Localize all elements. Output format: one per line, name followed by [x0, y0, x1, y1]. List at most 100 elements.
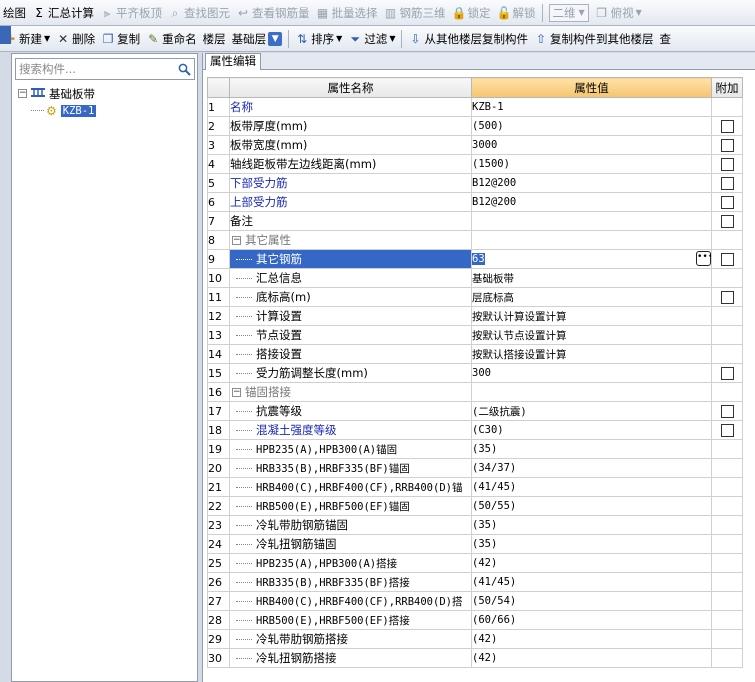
property-value-cell[interactable]: (60/66) — [471, 610, 712, 630]
table-row[interactable]: 14 搭接设置 按默认搭接设置计算 — [207, 344, 743, 364]
property-value-cell[interactable]: 按默认搭接设置计算 — [471, 344, 712, 364]
extra-checkbox[interactable] — [720, 158, 734, 171]
property-value-cell[interactable] — [471, 230, 712, 250]
property-value-cell[interactable]: 63 ••• — [471, 249, 712, 269]
property-value-cell[interactable]: 3000 — [471, 135, 712, 155]
extra-checkbox[interactable] — [720, 291, 734, 304]
property-value-cell[interactable]: (50/55) — [471, 496, 712, 516]
property-value-cell[interactable]: (35) — [471, 439, 712, 459]
property-value-cell[interactable]: B12@200 — [471, 173, 712, 193]
table-row[interactable]: 20 HRB335(B),HRBF335(BF)锚固 (34/37) — [207, 458, 743, 478]
tree-node-kzb-1[interactable]: ⚙ KZB-1 — [18, 102, 97, 119]
property-value-cell[interactable]: (41/45) — [471, 572, 712, 592]
sort-button[interactable]: ⇅ 排序 ▼ — [292, 28, 345, 50]
table-row[interactable]: 10 汇总信息 基础板带 — [207, 268, 743, 288]
property-value-cell[interactable]: (34/37) — [471, 458, 712, 478]
copy-to-floor-button[interactable]: ⇧ 复制构件到其他楼层 — [531, 28, 657, 50]
extra-checkbox[interactable] — [720, 139, 734, 152]
find-button[interactable]: ⌕ 查找图元 — [165, 2, 233, 24]
extra-checkbox[interactable] — [720, 424, 734, 437]
property-value-cell[interactable]: (42) — [471, 629, 712, 649]
extra-checkbox[interactable] — [720, 405, 734, 418]
search-input[interactable] — [16, 60, 174, 78]
collapse-toggle[interactable]: − — [18, 89, 27, 98]
table-row[interactable]: 13 节点设置 按默认节点设置计算 — [207, 325, 743, 345]
property-value-cell[interactable]: (500) — [471, 116, 712, 136]
table-row[interactable]: 2 板带厚度(mm) (500) — [207, 116, 743, 136]
table-row[interactable]: 12 计算设置 按默认计算设置计算 — [207, 306, 743, 326]
property-value-cell[interactable]: 按默认节点设置计算 — [471, 325, 712, 345]
table-row[interactable]: 29 冷轧带肋钢筋搭接 (42) — [207, 629, 743, 649]
table-row[interactable]: 7 备注 — [207, 211, 743, 231]
table-row[interactable]: 26 HRB335(B),HRBF335(BF)搭接 (41/45) — [207, 572, 743, 592]
table-row[interactable]: 1 名称 KZB-1 — [207, 97, 743, 117]
table-row[interactable]: 27 HRB400(C),HRBF400(CF),RRB400(D)搭 (50/54… — [207, 591, 743, 611]
table-row[interactable]: 9 其它钢筋 63 ••• — [207, 249, 743, 269]
table-row[interactable]: 16− 锚固搭接 — [207, 382, 743, 402]
align-slab-button[interactable]: ⫸ 平齐板顶 — [97, 2, 165, 24]
table-row[interactable]: 22 HRB500(E),HRBF500(EF)锚固 (50/55) — [207, 496, 743, 516]
batch-select-button[interactable]: ▦ 批量选择 — [313, 2, 381, 24]
property-value-cell[interactable]: 基础板带 — [471, 268, 712, 288]
rename-button[interactable]: ✎ 重命名 — [143, 28, 200, 50]
table-row[interactable]: 17 抗震等级 (二级抗震) — [207, 401, 743, 421]
table-row[interactable]: 5 下部受力筋 B12@200 — [207, 173, 743, 193]
table-row[interactable]: 15 受力筋调整长度(mm) 300 — [207, 363, 743, 383]
property-value-cell[interactable]: KZB-1 — [471, 97, 712, 117]
table-row[interactable]: 3 板带宽度(mm) 3000 — [207, 135, 743, 155]
search-icon[interactable] — [174, 59, 194, 79]
extra-checkbox[interactable] — [720, 120, 734, 133]
floor-select[interactable]: 基础层 ▼ — [229, 28, 286, 50]
property-value-cell[interactable] — [471, 382, 712, 402]
property-value-cell[interactable]: (42) — [471, 648, 712, 668]
more-options-button[interactable]: ••• — [696, 251, 711, 266]
collapse-toggle[interactable]: − — [232, 236, 241, 245]
table-row[interactable]: 30 冷轧扭钢筋搭接 (42) — [207, 648, 743, 668]
property-value-cell[interactable]: 层底标高 — [471, 287, 712, 307]
property-value-cell[interactable]: 300 — [471, 363, 712, 383]
table-row[interactable]: 25 HPB235(A),HPB300(A)搭接 (42) — [207, 553, 743, 573]
rebar-3d-button[interactable]: ▥ 钢筋三维 — [381, 2, 449, 24]
table-row[interactable]: 8− 其它属性 — [207, 230, 743, 250]
delete-button[interactable]: ✕ 删除 — [53, 28, 98, 50]
table-row[interactable]: 24 冷轧扭钢筋锚固 (35) — [207, 534, 743, 554]
property-value-cell[interactable]: (35) — [471, 534, 712, 554]
tab-property-edit[interactable]: 属性编辑 — [205, 53, 261, 70]
property-value-cell[interactable] — [471, 211, 712, 231]
extra-checkbox[interactable] — [720, 253, 734, 266]
search-tool-button[interactable]: 查 — [656, 28, 674, 50]
property-value-cell[interactable]: (1500) — [471, 154, 712, 174]
property-value-cell[interactable]: (41/45) — [471, 477, 712, 497]
table-row[interactable]: 28 HRB500(E),HRBF500(EF)搭接 (60/66) — [207, 610, 743, 630]
property-value-cell[interactable]: (50/54) — [471, 591, 712, 611]
lock-button[interactable]: 🔒 锁定 — [449, 2, 494, 24]
view-mode-select[interactable]: 二维 ▼ — [546, 2, 592, 24]
unlock-button[interactable]: 🔓 解锁 — [494, 2, 539, 24]
property-value-cell[interactable]: 按默认计算设置计算 — [471, 306, 712, 326]
extra-checkbox[interactable] — [720, 215, 734, 228]
tree-node-slab-strip[interactable]: − 基础板带 — [18, 85, 96, 102]
table-row[interactable]: 19 HPB235(A),HPB300(A)锚固 (35) — [207, 439, 743, 459]
draw-button[interactable]: 绘图 — [0, 2, 29, 24]
extra-checkbox[interactable] — [720, 177, 734, 190]
property-value-cell[interactable]: (二级抗震) — [471, 401, 712, 421]
extra-checkbox[interactable] — [720, 367, 734, 380]
table-row[interactable]: 4 轴线距板带左边线距离(mm) (1500) — [207, 154, 743, 174]
property-value-cell[interactable]: (42) — [471, 553, 712, 573]
table-row[interactable]: 23 冷轧带肋钢筋锚固 (35) — [207, 515, 743, 535]
property-value-cell[interactable]: (35) — [471, 515, 712, 535]
view-angle-select[interactable]: ❒ 俯视 ▼ — [592, 2, 645, 24]
extra-checkbox[interactable] — [720, 196, 734, 209]
copy-from-floor-button[interactable]: ⇩ 从其他楼层复制构件 — [405, 28, 531, 50]
table-row[interactable]: 21 HRB400(C),HRBF400(CF),RRB400(D)锚 (41/45… — [207, 477, 743, 497]
property-value-cell[interactable]: (C30) — [471, 420, 712, 440]
table-row[interactable]: 18 混凝土强度等级 (C30) — [207, 420, 743, 440]
table-row[interactable]: 6 上部受力筋 B12@200 — [207, 192, 743, 212]
table-row[interactable]: 11 底标高(m) 层底标高 — [207, 287, 743, 307]
sigma-button[interactable]: Σ 汇总计算 — [29, 2, 97, 24]
copy-button[interactable]: ❐ 复制 — [98, 28, 143, 50]
property-value-cell[interactable]: B12@200 — [471, 192, 712, 212]
view-rebar-button[interactable]: ↩ 查看钢筋量 — [233, 2, 313, 24]
collapse-toggle[interactable]: − — [232, 388, 241, 397]
filter-button[interactable]: ⏷ 过滤 ▼ — [345, 28, 398, 50]
